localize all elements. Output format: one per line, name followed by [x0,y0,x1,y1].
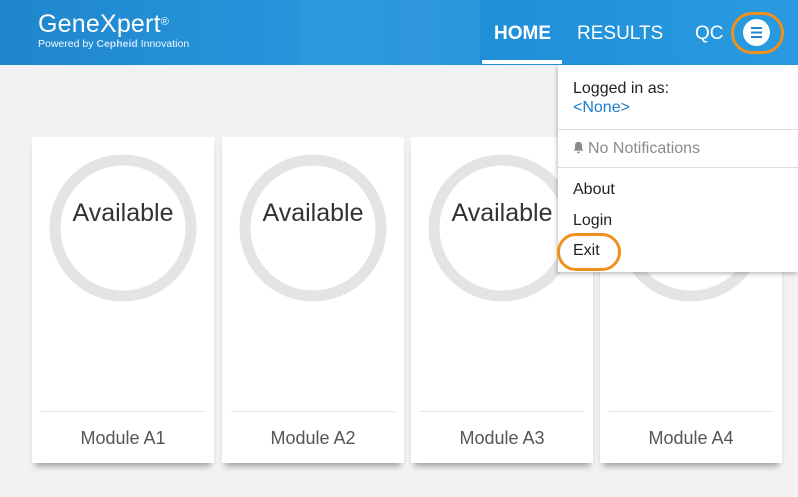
card-divider [609,411,773,412]
module-status: Available [72,199,174,227]
logo-sub-brand: Cepheid [96,38,138,50]
logo-subtitle: Powered by Cepheid Innovation [38,38,189,50]
card-divider [231,411,395,412]
active-tab-underline [482,60,562,64]
module-card-a1[interactable]: Available Module A1 [32,137,214,463]
header-decoration [400,0,480,65]
logo-title-text: GeneXpert [38,10,161,38]
logo-sub-prefix: Powered by [38,38,97,50]
bell-icon [573,141,584,154]
module-name: Module A3 [459,428,545,448]
nav-tab-qc[interactable]: QC [695,22,724,46]
logo-title: GeneXpert® [38,10,189,38]
registered-mark: ® [160,16,170,28]
genexpert-logo: GeneXpert® Powered by Cepheid Innovation [38,10,189,50]
top-header-bar: GeneXpert® Powered by Cepheid Innovation… [0,0,798,65]
module-name: Module A1 [80,428,166,448]
menu-item-exit[interactable]: Exit [573,241,600,260]
card-divider [420,411,584,412]
module-status: Available [262,199,364,227]
menu-divider [558,167,798,168]
user-dropdown-menu: Logged in as: <None> No Notifications Ab… [558,65,798,272]
module-name: Module A4 [648,428,734,448]
notifications-status: No Notifications [573,139,700,158]
status-ring-icon [428,154,576,302]
logo-sub-suffix: Innovation [137,38,190,50]
nav-tab-home[interactable]: HOME [494,22,551,46]
menu-divider [558,129,798,130]
status-ring-icon [239,154,387,302]
module-name: Module A2 [270,428,356,448]
notifications-text: No Notifications [588,140,701,157]
hamburger-menu-icon [751,27,762,38]
nav-tab-results[interactable]: RESULTS [577,22,663,46]
logged-in-label: Logged in as: [573,80,670,97]
menu-item-login[interactable]: Login [573,211,612,230]
logged-in-user: <None> [573,99,630,116]
menu-button[interactable] [743,19,770,46]
status-ring-icon [49,154,197,302]
module-card-a2[interactable]: Available Module A2 [222,137,404,463]
card-divider [41,411,205,412]
header-decoration [300,0,400,65]
menu-item-about[interactable]: About [573,180,615,199]
